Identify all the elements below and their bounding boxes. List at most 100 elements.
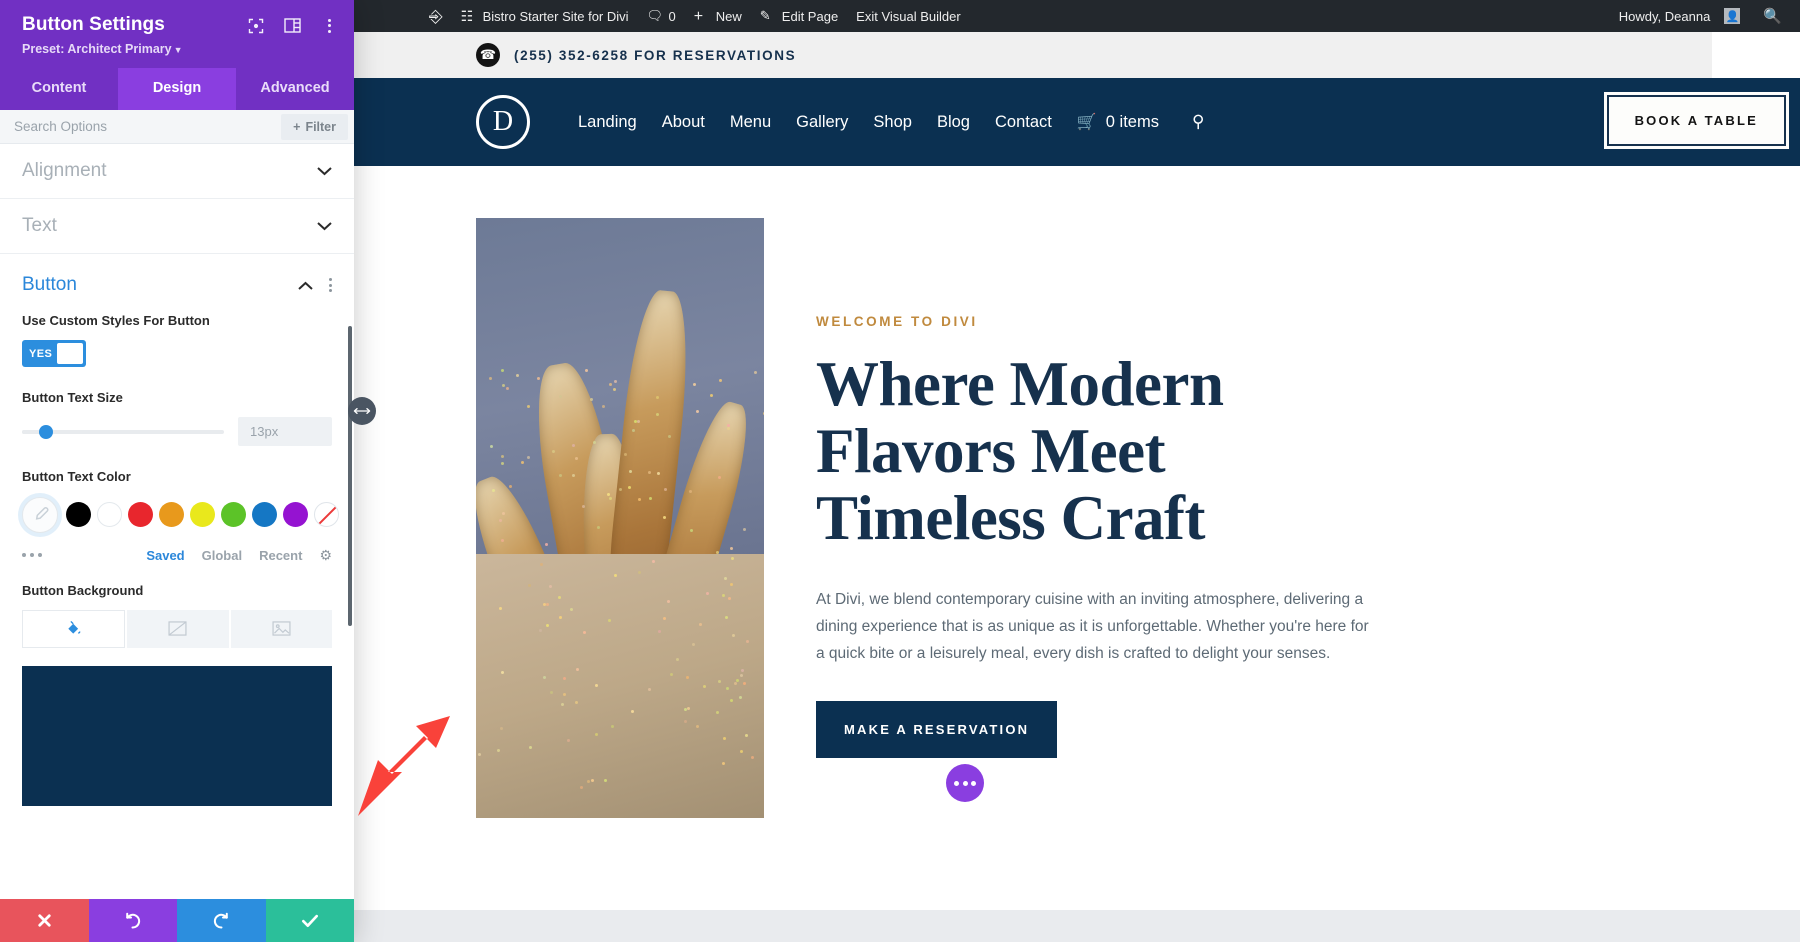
panel-scrollbar[interactable] [348,326,352,626]
wordpress-logo-menu[interactable]: ⎆ [420,0,452,32]
divi-builder-fab[interactable] [946,764,984,802]
more-colors-icon[interactable] [22,553,42,557]
color-tab-global[interactable]: Global [202,548,242,563]
gear-icon[interactable]: ⚙ [319,547,332,564]
tab-content[interactable]: Content [0,68,118,110]
image-speck [656,413,659,416]
admin-bar-right-group: Howdy, Deanna 👤 🔍 [1610,0,1800,32]
image-speck [509,485,512,488]
tab-design[interactable]: Design [118,68,236,110]
howdy-user-menu[interactable]: Howdy, Deanna 👤 [1610,0,1750,32]
nav-link-landing[interactable]: Landing [578,113,637,132]
site-logo[interactable]: D [476,95,530,149]
swatch-red[interactable] [128,502,153,527]
comments-menu[interactable]: 🗨 0 [638,0,685,32]
swatch-transparent[interactable] [314,502,339,527]
save-button[interactable] [266,899,355,942]
text-size-value-field[interactable]: 13px [238,417,332,446]
swatch-green[interactable] [221,502,246,527]
tab-advanced[interactable]: Advanced [236,68,354,110]
image-speck [501,462,504,465]
panel-title: Button Settings [22,14,183,36]
image-speck [499,607,502,610]
image-speck [727,427,730,430]
image-speck [501,455,504,458]
swatch-purple[interactable] [283,502,308,527]
text-size-slider[interactable] [22,430,224,434]
nav-link-gallery[interactable]: Gallery [796,113,848,132]
exit-visual-builder-link[interactable]: Exit Visual Builder [847,0,970,32]
search-options-row: + Filter [0,110,354,144]
site-search-icon[interactable]: ⚲ [1192,112,1204,132]
focus-icon[interactable] [247,17,264,34]
image-speck [546,624,549,627]
color-tab-saved[interactable]: Saved [146,548,184,563]
section-button-header[interactable]: Button [0,254,354,306]
edit-page-label: Edit Page [782,9,838,24]
admin-search-icon[interactable]: 🔍 [1749,7,1794,25]
gradient-icon[interactable] [127,610,228,648]
swatch-orange[interactable] [159,502,184,527]
nav-link-shop[interactable]: Shop [873,113,912,132]
swatch-white[interactable] [97,502,122,527]
background-type-tabs [22,610,332,648]
section-options-icon[interactable] [329,278,332,292]
hero-section: WELCOME TO DIVI Where Modern Flavors Mee… [354,218,1800,818]
slider-knob[interactable] [39,425,53,439]
image-icon[interactable] [231,610,332,648]
edit-page-link[interactable]: ✎ Edit Page [751,0,847,32]
image-speck [490,445,493,448]
swatch-blue[interactable] [252,502,277,527]
make-a-reservation-button[interactable]: MAKE A RESERVATION [816,701,1057,758]
chevron-up-icon[interactable] [298,281,313,290]
image-speck [730,547,733,550]
filter-button[interactable]: + Filter [281,114,348,140]
color-tab-recent[interactable]: Recent [259,548,302,563]
panel-resize-handle[interactable] [348,397,376,425]
swatch-black[interactable] [66,502,91,527]
redo-button[interactable] [177,899,266,942]
panel-tab-bar: Content Design Advanced [0,68,354,110]
custom-styles-toggle[interactable]: YES [22,340,86,367]
image-speck [732,634,735,637]
panel-preset-selector[interactable]: Preset: Architect Primary ▼ [22,42,183,56]
nav-link-contact[interactable]: Contact [995,113,1052,132]
image-speck [716,551,719,554]
section-text-label: Text [22,215,57,237]
preview-bottom-strip [354,910,1800,942]
undo-button[interactable] [89,899,178,942]
cart-item-count: 0 items [1106,113,1159,132]
image-speck [722,762,725,765]
nav-link-blog[interactable]: Blog [937,113,970,132]
cancel-button[interactable] [0,899,89,942]
color-picker-eyedropper-icon[interactable] [22,497,58,533]
image-speck [628,486,631,489]
site-name-menu[interactable]: ☷ Bistro Starter Site for Divi [452,0,638,32]
nav-link-about[interactable]: About [662,113,705,132]
search-input[interactable] [0,119,281,134]
image-speck [550,691,553,694]
swatch-yellow[interactable] [190,502,215,527]
image-speck [572,474,575,477]
more-vertical-icon[interactable] [321,17,338,34]
image-speck [501,671,504,674]
book-a-table-button[interactable]: BOOK A TABLE [1607,95,1786,146]
layout-icon[interactable] [284,17,301,34]
image-speck [734,682,737,685]
background-color-preview[interactable] [22,666,332,806]
image-speck [501,539,504,542]
nav-link-menu[interactable]: Menu [730,113,771,132]
image-speck [703,685,706,688]
section-alignment[interactable]: Alignment [0,144,354,199]
cart-link[interactable]: 🛒 0 items [1077,112,1159,132]
image-speck [528,584,531,587]
dashboard-icon: ☷ [461,8,477,24]
section-text[interactable]: Text [0,199,354,254]
image-speck [597,526,600,529]
panel-options-body: Alignment Text Button Use Custom Styles … [0,144,354,942]
new-content-menu[interactable]: + New [685,0,751,32]
paper-bag [476,554,764,818]
image-speck [506,387,509,390]
image-speck [687,707,690,710]
fill-color-icon[interactable] [22,610,125,648]
